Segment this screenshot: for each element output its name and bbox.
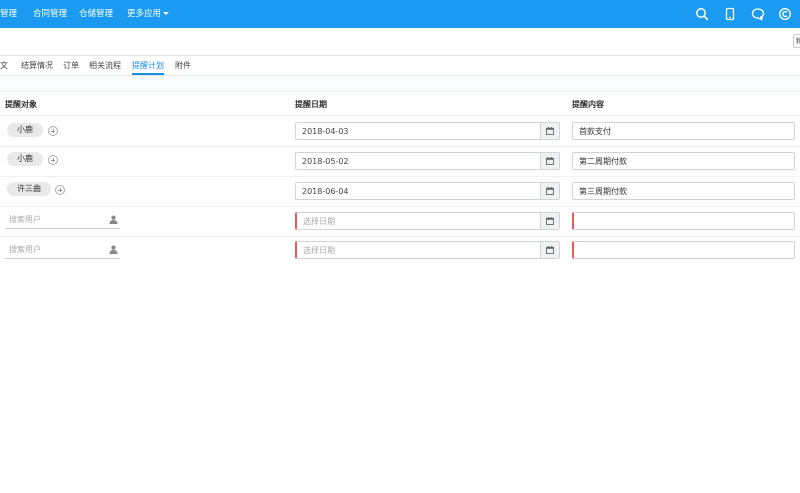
calendar-icon (546, 187, 554, 195)
tab-reminder-plan[interactable]: 提醒计划 (132, 56, 164, 75)
user-search-field[interactable] (5, 241, 120, 259)
calendar-icon (546, 157, 554, 165)
header-divider (0, 115, 800, 116)
row-divider (0, 206, 800, 207)
calendar-button[interactable] (540, 183, 559, 199)
detail-tabs: 文 结算情况 订单 相关流程 提醒计划 附件 (0, 56, 800, 76)
nav-item-more-apps[interactable]: 更多应用 (127, 0, 170, 28)
copyright-icon[interactable] (778, 7, 792, 21)
content-input[interactable] (574, 242, 790, 258)
content-field[interactable] (572, 122, 795, 140)
top-navigation-bar: 管理 合同管理 仓储管理 更多应用 (0, 0, 800, 28)
user-chip[interactable]: 小鹿 (7, 123, 43, 137)
add-user-icon[interactable] (48, 126, 58, 136)
more-apps-label: 更多应用 (127, 9, 162, 19)
calendar-icon (546, 127, 554, 135)
content-field[interactable] (572, 152, 795, 170)
calendar-button[interactable] (540, 242, 559, 258)
date-input[interactable] (296, 183, 542, 199)
column-header-reminder-date: 提醒日期 (295, 100, 327, 109)
message-icon[interactable] (751, 7, 765, 21)
date-input[interactable] (297, 242, 543, 258)
calendar-button[interactable] (540, 123, 559, 139)
nav-item-contract-management[interactable]: 合同管理 (33, 0, 67, 28)
add-user-icon[interactable] (48, 155, 58, 165)
date-field[interactable] (295, 241, 560, 259)
calendar-button[interactable] (540, 153, 559, 169)
toolbar-band (0, 76, 800, 92)
date-input[interactable] (296, 123, 542, 139)
user-chip[interactable]: 小鹿 (7, 152, 43, 166)
user-search-input[interactable] (5, 211, 104, 228)
date-field[interactable] (295, 212, 560, 230)
mobile-icon[interactable] (723, 7, 737, 21)
nav-item-warehouse-management[interactable]: 仓储管理 (79, 0, 113, 28)
calendar-icon (546, 217, 554, 225)
row-divider (0, 146, 800, 147)
content-field[interactable] (572, 241, 795, 259)
add-user-icon[interactable] (55, 185, 65, 195)
nav-item-management[interactable]: 管理 (0, 0, 17, 28)
tab-orders[interactable]: 订单 (63, 56, 79, 75)
calendar-icon (546, 246, 554, 254)
user-chip[interactable]: 许三曲 (7, 182, 51, 196)
side-panel-button[interactable]: 和 (793, 34, 800, 48)
tab-settlement[interactable]: 结算情况 (21, 56, 53, 75)
row-divider (0, 236, 800, 237)
content-field[interactable] (572, 182, 795, 200)
user-search-field[interactable] (5, 211, 120, 229)
user-icon (109, 245, 118, 254)
row-divider (0, 176, 800, 177)
date-field[interactable] (295, 182, 560, 200)
column-header-reminder-target: 提醒对象 (5, 100, 37, 109)
calendar-button[interactable] (540, 213, 559, 229)
date-input[interactable] (296, 153, 542, 169)
user-search-input[interactable] (5, 241, 104, 258)
content-field[interactable] (572, 212, 795, 230)
chevron-down-icon (163, 12, 170, 15)
date-input[interactable] (297, 213, 543, 229)
tab-related-process[interactable]: 相关流程 (89, 56, 121, 75)
tab-attachments[interactable]: 附件 (175, 56, 191, 75)
user-icon (109, 215, 118, 224)
date-field[interactable] (295, 152, 560, 170)
content-input[interactable] (574, 213, 790, 229)
content-input[interactable] (573, 183, 789, 199)
tab-text[interactable]: 文 (0, 56, 8, 75)
content-input[interactable] (573, 123, 789, 139)
content-input[interactable] (573, 153, 789, 169)
sub-header-bar (0, 28, 800, 56)
search-icon[interactable] (695, 7, 709, 21)
date-field[interactable] (295, 122, 560, 140)
column-header-reminder-content: 提醒内容 (572, 100, 604, 109)
